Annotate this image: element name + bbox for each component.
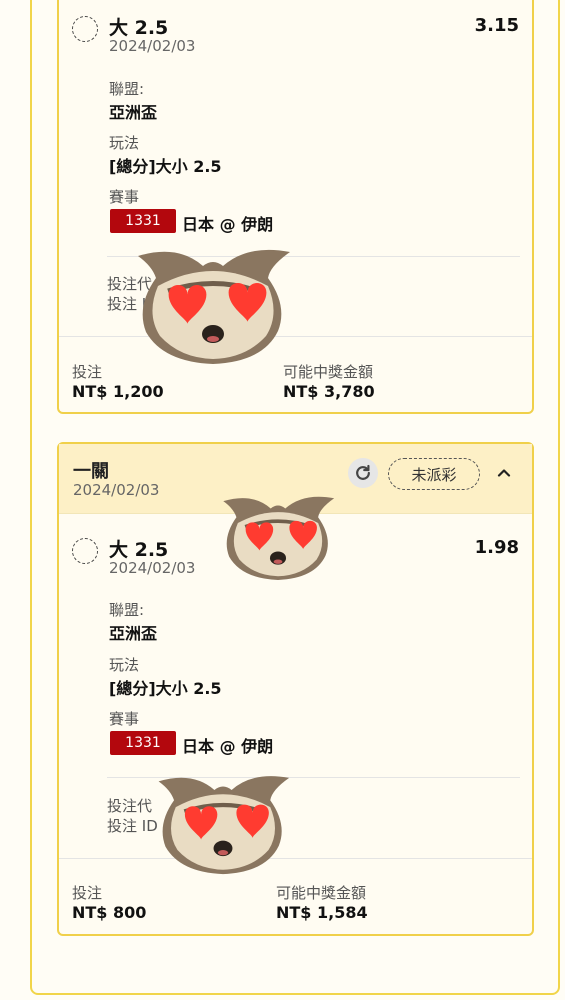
odds-value: 3.15	[474, 15, 519, 36]
refresh-icon	[356, 464, 370, 480]
dashed-circle-icon[interactable]	[72, 538, 98, 564]
event-label: 賽事	[109, 188, 140, 206]
match-id-badge: 1331	[110, 731, 176, 755]
stake-value: NT$ 800	[72, 903, 147, 922]
payout-value: NT$ 1,584	[276, 903, 368, 922]
bet-header-date: 2024/02/03	[73, 481, 160, 499]
dashed-circle-icon[interactable]	[72, 16, 98, 42]
league-label: 聯盟:	[109, 601, 145, 619]
market-label: 玩法	[109, 656, 140, 674]
match-teams[interactable]: 日本 @ 伊朗	[182, 211, 273, 235]
market-label: 玩法	[109, 134, 140, 152]
stake-label: 投注	[72, 884, 103, 902]
stake-value: NT$ 1,200	[72, 382, 164, 401]
league-value: 亞洲盃	[109, 624, 158, 643]
match-id-badge: 1331	[110, 209, 176, 233]
market-value: [總分]大小 2.5	[109, 157, 222, 176]
heart-eyes-owl-sticker	[216, 486, 340, 582]
selection-title: 大 2.5	[109, 17, 169, 39]
odds-value: 1.98	[474, 537, 519, 558]
selection-title: 大 2.5	[109, 539, 169, 561]
selection-date: 2024/02/03	[109, 559, 196, 577]
payout-label: 可能中獎金額	[276, 884, 367, 902]
heart-eyes-owl-sticker	[128, 236, 298, 366]
payout-value: NT$ 3,780	[283, 382, 375, 401]
chevron-up-icon	[497, 469, 511, 477]
refresh-button[interactable]	[348, 458, 378, 488]
selection-date: 2024/02/03	[109, 37, 196, 55]
market-value: [總分]大小 2.5	[109, 679, 222, 698]
heart-eyes-owl-sticker	[150, 764, 296, 876]
league-value: 亞洲盃	[109, 103, 158, 122]
match-teams[interactable]: 日本 @ 伊朗	[182, 733, 273, 757]
status-badge: 未派彩	[388, 458, 480, 490]
event-label: 賽事	[109, 710, 140, 728]
bet-type-title: 一關	[73, 461, 109, 482]
collapse-button[interactable]	[489, 458, 519, 488]
league-label: 聯盟:	[109, 80, 145, 98]
stake-label: 投注	[72, 363, 103, 381]
